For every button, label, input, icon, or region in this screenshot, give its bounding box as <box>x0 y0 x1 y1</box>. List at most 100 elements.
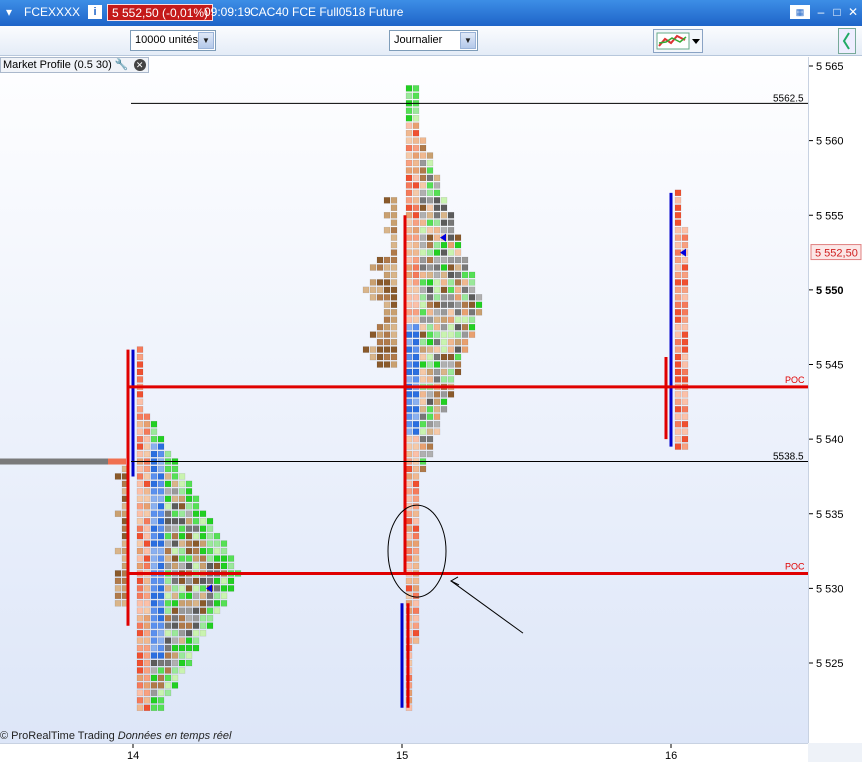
profile-cell <box>433 204 441 212</box>
chevron-down-icon[interactable]: ▼ <box>198 32 214 49</box>
keyboard-icon[interactable]: ▦ <box>790 5 810 19</box>
profile-cell <box>454 279 462 286</box>
profile-cell <box>185 622 193 629</box>
profile-cell <box>143 503 151 510</box>
profile-cell <box>150 525 158 532</box>
profile-cell <box>136 600 144 607</box>
profile-cell <box>412 234 420 241</box>
profile-cell <box>157 495 165 503</box>
profile-cell <box>213 577 221 585</box>
profile-cell <box>199 562 207 570</box>
units-select[interactable]: 10000 unités ▼ <box>130 30 216 51</box>
profile-cell <box>383 256 391 264</box>
profile-cell <box>150 577 158 585</box>
profile-cell <box>171 622 179 629</box>
profile-cell <box>150 682 158 689</box>
profile-cell <box>426 159 434 167</box>
profile-cell <box>383 331 391 338</box>
profile-cell <box>136 629 144 637</box>
profile-cell <box>164 689 172 697</box>
indicator-label[interactable]: Market Profile (0.5 30) 🔧 ✕ <box>0 57 149 73</box>
profile-cell <box>419 323 427 331</box>
profile-cell <box>376 279 384 286</box>
profile-cell <box>136 637 144 644</box>
profile-cell <box>674 398 682 406</box>
chart-type-button[interactable] <box>653 29 703 53</box>
profile-cell <box>405 391 413 398</box>
profile-cell <box>468 323 476 331</box>
profile-cell <box>681 338 689 346</box>
profile-cell <box>390 361 398 368</box>
profile-cell <box>143 517 151 525</box>
profile-day-16 <box>674 189 689 450</box>
profile-cell <box>405 189 413 197</box>
side-panel-toggle[interactable] <box>838 28 856 54</box>
profile-cell <box>475 301 483 309</box>
profile-cell <box>390 271 398 279</box>
profile-cell <box>164 465 172 473</box>
price-axis-ticks: 5 565 5 560 5 555 5 550 5 545 5 540 5 535 5 530… <box>809 61 862 670</box>
close-icon[interactable]: ✕ <box>846 5 860 19</box>
profile-cell <box>412 450 420 458</box>
profile-cell <box>412 525 420 532</box>
profile-cell <box>383 323 391 331</box>
profile-cell <box>461 331 469 338</box>
profile-cell <box>681 309 689 316</box>
chart-window-icon[interactable]: ▾ <box>2 5 16 19</box>
profile-cell <box>426 420 434 428</box>
profile-cell <box>171 585 179 592</box>
remove-indicator-icon[interactable]: ✕ <box>133 59 146 71</box>
profile-cell <box>433 323 441 331</box>
profile-cell <box>468 279 476 286</box>
profile-cell <box>369 294 377 301</box>
profile-cell <box>136 577 144 585</box>
maximize-icon[interactable]: □ <box>830 5 844 19</box>
profile-cell <box>390 286 398 294</box>
profile-cell <box>405 473 413 480</box>
profile-cell <box>454 286 462 294</box>
profile-cell <box>412 435 420 443</box>
profile-cell <box>199 532 207 540</box>
profile-cell <box>150 600 158 607</box>
profile-cell <box>405 212 413 219</box>
profile-cell <box>164 473 172 480</box>
date-axis[interactable]: 14 15 16 <box>0 743 808 762</box>
profile-cell <box>674 346 682 353</box>
period-select[interactable]: Journalier ▼ <box>389 30 478 51</box>
profile-cell <box>164 577 172 585</box>
profile-cell <box>206 577 214 585</box>
profile-cell <box>390 294 398 301</box>
price-axis[interactable]: 5 565 5 560 5 555 5 550 5 545 5 540 5 535 5 530… <box>808 57 862 743</box>
profile-cell <box>426 197 434 204</box>
chart-plot-area[interactable]: 5562.5 5538.5 POC POC <box>0 57 808 743</box>
chevron-down-icon[interactable]: ▼ <box>460 32 476 49</box>
profile-cell <box>157 607 165 615</box>
profile-cell <box>213 607 221 615</box>
profile-cell <box>433 406 441 413</box>
y-tick-label: 5 545 <box>816 360 844 372</box>
profile-cell <box>440 279 448 286</box>
profile-cell <box>433 376 441 383</box>
profile-cell <box>171 532 179 540</box>
minimize-icon[interactable]: – <box>814 5 828 19</box>
profile-cell <box>454 264 462 271</box>
profile-cell <box>412 480 420 488</box>
profile-cell <box>405 182 413 189</box>
wrench-icon[interactable]: 🔧 <box>115 59 129 71</box>
info-icon[interactable]: i <box>88 5 102 19</box>
poc-label: POC <box>785 375 805 385</box>
profile-cell <box>412 129 420 137</box>
profile-cell <box>136 689 144 697</box>
profile-cell <box>419 212 427 219</box>
profile-cell <box>681 241 689 249</box>
profile-cell <box>178 667 186 674</box>
profile-cell <box>171 517 179 525</box>
profile-cell <box>220 600 228 607</box>
profile-cell <box>157 622 165 629</box>
profile-cell <box>447 279 455 286</box>
profile-cell <box>419 368 427 376</box>
profile-cell <box>213 562 221 570</box>
profile-cell <box>178 540 186 547</box>
profile-cell <box>136 346 144 353</box>
profile-cell <box>157 674 165 682</box>
